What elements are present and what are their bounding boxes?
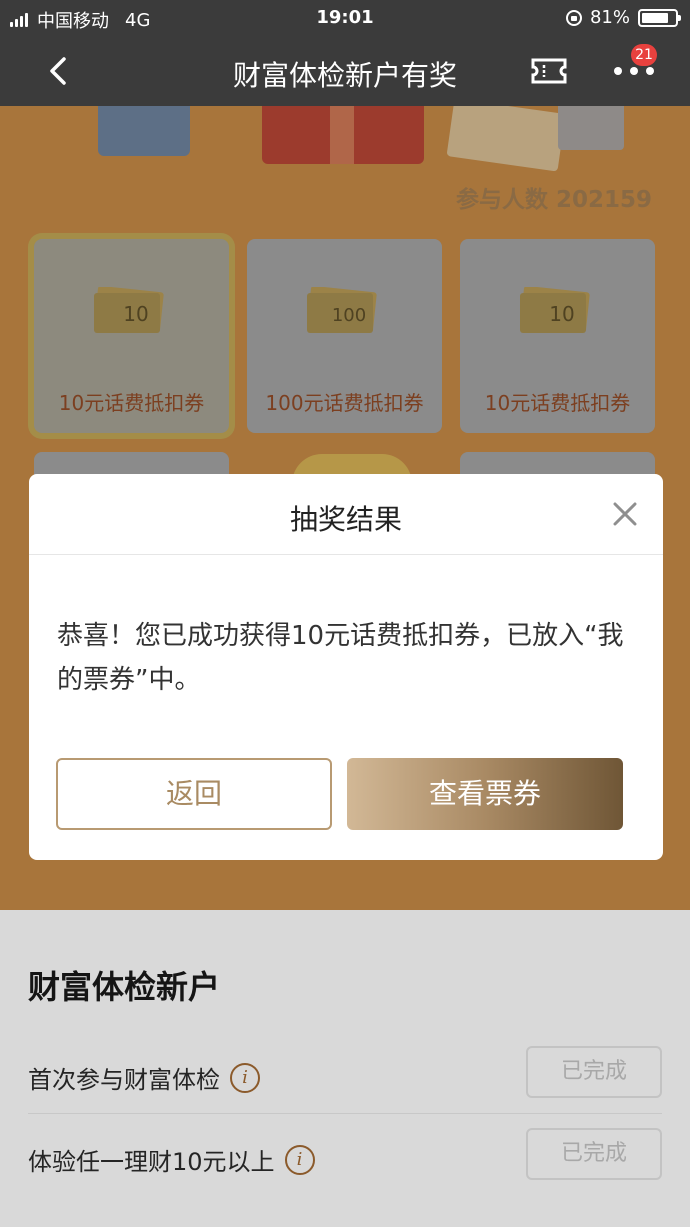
task-status-button[interactable]: 已完成 bbox=[526, 1046, 662, 1098]
coupon-icon: 10 bbox=[94, 287, 164, 333]
close-icon[interactable] bbox=[611, 500, 639, 528]
dialog-title: 抽奖结果 bbox=[289, 503, 402, 536]
coupon-icon: 10 bbox=[520, 287, 590, 333]
lottery-result-dialog: 抽奖结果 恭喜！您已成功获得10元话费抵扣券，已放入“我的票券”中。 返回 查看… bbox=[29, 474, 663, 860]
info-icon[interactable]: i bbox=[230, 1062, 260, 1093]
task-row: 体验任一理财10元以上 i 已完成 bbox=[28, 1116, 662, 1196]
participants-number: 202159 bbox=[555, 187, 652, 213]
coupon-value: 100 bbox=[332, 305, 366, 326]
status-bar: 中国移动 4G 19:01 81% bbox=[0, 0, 690, 36]
nav-bar: 财富体检新户有奖 bbox=[0, 36, 690, 106]
view-tickets-button[interactable]: 查看票券 bbox=[347, 758, 623, 830]
gift-box-red-image bbox=[262, 106, 424, 164]
prize-label: 10元话费抵扣券 bbox=[58, 391, 205, 415]
divider bbox=[28, 1113, 662, 1114]
task-name: 体验任一理财10元以上 bbox=[28, 1148, 275, 1176]
gift-box-blue-image bbox=[98, 106, 190, 156]
battery-percent: 81% bbox=[589, 7, 630, 28]
task-row: 首次参与财富体检 i 已完成 bbox=[28, 1034, 662, 1114]
rotation-lock-icon bbox=[565, 9, 582, 26]
prize-card[interactable]: 10 10元话费抵扣券 bbox=[460, 239, 655, 433]
dialog-message: 恭喜！您已成功获得10元话费抵扣券，已放入“我的票券”中。 bbox=[57, 621, 624, 695]
battery-icon bbox=[638, 8, 681, 27]
notification-badge: 21 bbox=[631, 44, 657, 66]
task-section: 财富体检新户 首次参与财富体检 i 已完成 体验任一理财10元以上 i 已完成 bbox=[0, 910, 690, 1227]
prize-card[interactable]: 100 100元话费抵扣券 bbox=[247, 239, 442, 433]
dialog-divider bbox=[29, 554, 663, 555]
battery-fill bbox=[642, 12, 668, 23]
prize-label: 100元话费抵扣券 bbox=[265, 391, 424, 415]
status-right: 81% bbox=[565, 7, 681, 28]
page-title: 财富体检新户有奖 bbox=[232, 59, 457, 92]
coupon-icon: 100 bbox=[307, 287, 377, 333]
info-icon[interactable]: i bbox=[284, 1144, 315, 1175]
participants-count: 参与人数 202159 bbox=[456, 180, 652, 214]
back-button[interactable]: 返回 bbox=[56, 758, 332, 830]
task-name: 首次参与财富体检 bbox=[28, 1066, 220, 1094]
task-status-button[interactable]: 已完成 bbox=[526, 1128, 662, 1180]
participants-label: 参与人数 bbox=[455, 187, 548, 213]
gift-box-white-image bbox=[558, 106, 624, 150]
coupon-value: 10 bbox=[549, 302, 574, 326]
ticket-icon[interactable] bbox=[530, 56, 568, 86]
prize-card[interactable]: 10 10元话费抵扣券 bbox=[34, 239, 229, 433]
ticket-decoration-image bbox=[446, 106, 566, 172]
coupon-value: 10 bbox=[123, 302, 148, 326]
prize-label: 10元话费抵扣券 bbox=[484, 391, 631, 415]
task-heading: 财富体检新户 bbox=[28, 968, 221, 1006]
